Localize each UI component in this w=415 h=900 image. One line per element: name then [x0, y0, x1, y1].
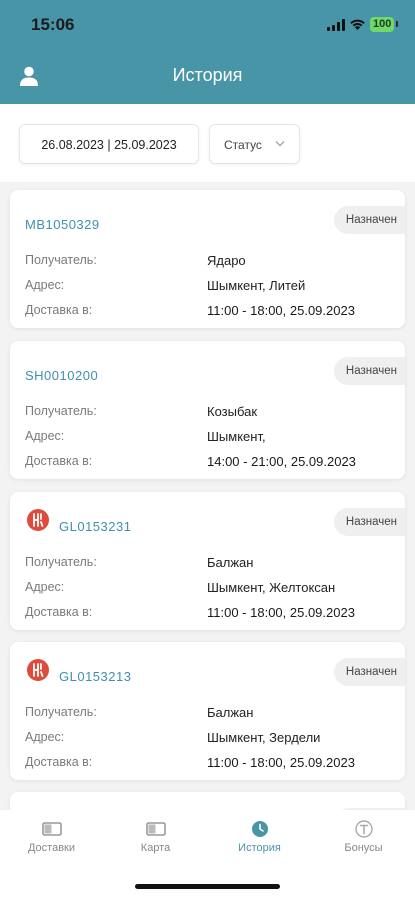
address-value: Шымкент, Зердели	[207, 730, 321, 745]
tab-deliveries[interactable]: Доставки	[0, 820, 103, 854]
cellular-signal-icon	[327, 19, 345, 31]
recipient-label: Получатель:	[25, 404, 97, 418]
history-clock-icon	[251, 821, 268, 837]
recipient-value: Ядаро	[207, 253, 246, 268]
delivery-window-value: 14:00 - 21:00, 25.09.2023	[207, 454, 356, 469]
page-title: История	[172, 65, 243, 85]
delivery-window-value: 11:00 - 18:00, 25.09.2023	[207, 303, 355, 318]
order-id-link[interactable]: MB1050329	[25, 217, 100, 232]
address-value: Шымкент,	[207, 429, 266, 444]
address-label: Адрес:	[25, 278, 65, 292]
merchant-logo-icon	[27, 659, 49, 681]
status-bar: 15:06 100	[0, 0, 415, 48]
home-indicator	[135, 884, 280, 889]
merchant-logo-icon	[27, 509, 49, 531]
order-history-list: MB1050329 Назначен Получатель: Ядаро Адр…	[0, 182, 415, 810]
chevron-down-icon	[275, 141, 285, 147]
delivery-label: Доставка в:	[25, 454, 93, 468]
order-id-link[interactable]: GL0153231	[59, 519, 131, 534]
address-label: Адрес:	[25, 580, 65, 594]
order-card[interactable]: GL0153231 Назначен Получатель: Балжан Ад…	[10, 492, 405, 630]
address-value: Шымкент, Литей	[207, 278, 306, 293]
status-badge: Назначен	[333, 508, 405, 536]
address-value: Шымкент, Желтоксан	[207, 580, 336, 595]
recipient-value: Балжан	[207, 555, 254, 570]
recipient-label: Получатель:	[25, 705, 97, 719]
map-icon	[145, 822, 166, 836]
status-badge: Назначен	[333, 357, 405, 385]
tab-map[interactable]: Карта	[104, 820, 207, 854]
tab-bonuses[interactable]: Бонусы	[312, 820, 415, 854]
tab-bonuses-label: Бонусы	[344, 842, 383, 854]
delivery-label: Доставка в:	[25, 605, 93, 619]
address-label: Адрес:	[25, 730, 65, 744]
order-card[interactable]: MB1050329 Назначен Получатель: Ядаро Адр…	[10, 190, 405, 328]
tab-history-label: История	[238, 842, 281, 854]
order-card[interactable]: GL0153213 Назначен Получатель: Балжан Ад…	[10, 642, 405, 780]
delivery-label: Доставка в:	[25, 755, 93, 769]
recipient-label: Получатель:	[25, 253, 97, 267]
order-card[interactable]: SH0010200 Назначен Получатель: Козыбак А…	[10, 341, 405, 479]
status-badge: Назначен	[333, 206, 405, 234]
delivery-window-value: 11:00 - 18:00, 25.09.2023	[207, 755, 355, 770]
delivery-window-value: 11:00 - 18:00, 25.09.2023	[207, 605, 355, 620]
delivery-label: Доставка в:	[25, 303, 93, 317]
order-card-partial[interactable]	[10, 792, 405, 810]
wifi-icon	[350, 19, 365, 30]
battery-tip	[396, 21, 398, 27]
battery-icon: 100	[370, 17, 395, 32]
status-filter-dropdown[interactable]: Статус	[209, 124, 300, 164]
recipient-value: Балжан	[207, 705, 254, 720]
recipient-label: Получатель:	[25, 555, 97, 569]
tab-history[interactable]: История	[208, 820, 311, 854]
tab-map-label: Карта	[140, 842, 171, 854]
deliveries-icon	[41, 822, 62, 836]
recipient-value: Козыбак	[207, 404, 258, 419]
tab-deliveries-label: Доставки	[27, 842, 76, 854]
date-range-picker[interactable]: 26.08.2023 | 25.09.2023	[19, 124, 199, 164]
bonus-coin-icon	[354, 820, 373, 838]
status-filter-label: Статус	[224, 138, 262, 152]
order-id-link[interactable]: SH0010200	[25, 368, 98, 383]
status-time: 15:06	[31, 15, 75, 34]
address-label: Адрес:	[25, 429, 65, 443]
order-id-link[interactable]: GL0153213	[59, 669, 131, 684]
status-badge: Назначен	[333, 658, 405, 686]
